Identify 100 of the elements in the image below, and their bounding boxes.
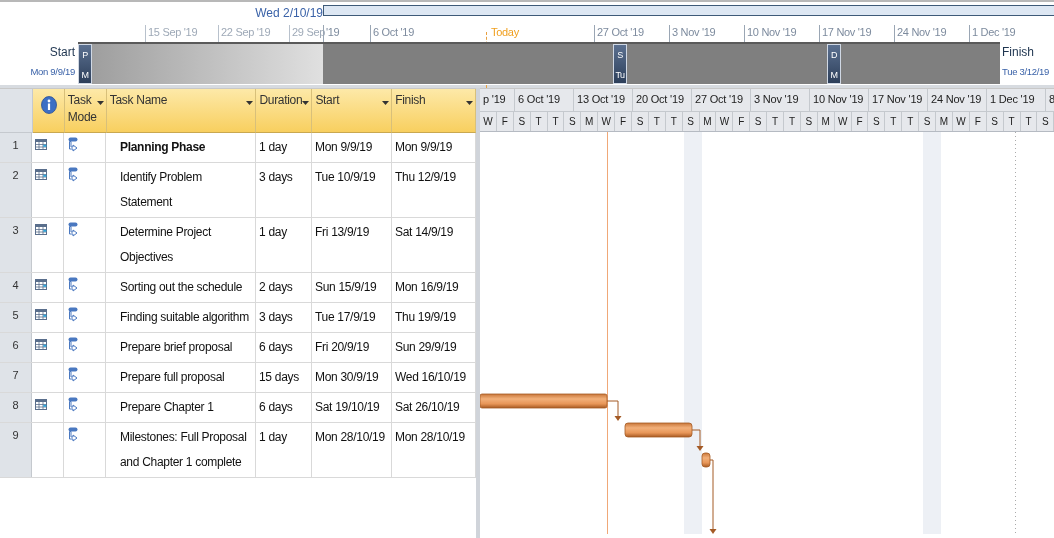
- duration-cell: 6 days: [256, 333, 312, 362]
- duration-cell: 3 days: [256, 163, 312, 217]
- auto-schedule-icon: [68, 222, 80, 238]
- info-icon: [40, 96, 57, 114]
- duration-cell: 1 day: [256, 133, 312, 162]
- row-number: 6: [0, 333, 32, 362]
- task-name-cell: Finding suitable algorithm: [106, 303, 256, 332]
- day-label: F: [496, 112, 514, 131]
- day-label: W: [952, 112, 970, 131]
- start-label: Start: [48, 44, 75, 61]
- week-label: 8: [1046, 89, 1054, 111]
- duration-cell: 2 days: [256, 273, 312, 302]
- duration-cell: 15 days: [256, 363, 312, 392]
- day-label: T: [547, 112, 565, 131]
- day-label: S: [513, 112, 531, 131]
- day-label: F: [851, 112, 869, 131]
- week-label: p '19: [480, 89, 515, 111]
- column-header[interactable]: Duration: [256, 89, 313, 133]
- auto-schedule-icon: [68, 397, 80, 413]
- duration-cell: 6 days: [256, 393, 312, 422]
- select-all-cell[interactable]: [0, 89, 33, 133]
- timeline-task[interactable]: D M: [827, 44, 841, 84]
- auto-schedule-icon: [68, 277, 80, 293]
- day-label: T: [902, 112, 920, 131]
- task-bar[interactable]: [624, 422, 693, 438]
- day-label: T: [784, 112, 801, 131]
- start-cell: Sat 19/10/19: [312, 393, 392, 422]
- link-arrow: [691, 429, 704, 451]
- caret-icon: [382, 101, 390, 105]
- day-label: T: [530, 112, 548, 131]
- finish-date: Tue 3/12/19: [1002, 65, 1050, 79]
- timeline-task[interactable]: P M: [78, 44, 92, 84]
- day-label: F: [615, 112, 632, 131]
- day-label: M: [581, 112, 599, 131]
- duration-cell: 1 day: [256, 218, 312, 272]
- auto-schedule-icon: [68, 167, 80, 183]
- auto-schedule-icon: [68, 427, 80, 443]
- duration-cell: 3 days: [256, 303, 312, 332]
- start-cell: Fri 20/9/19: [312, 333, 392, 362]
- today-label: Today: [490, 25, 519, 40]
- row-number: 4: [0, 273, 32, 302]
- row-number: 1: [0, 133, 32, 162]
- task-name-cell: Prepare Chapter 1: [106, 393, 256, 422]
- day-label: S: [919, 112, 937, 131]
- column-header[interactable]: Finish: [392, 89, 476, 133]
- column-header[interactable]: Task Name: [106, 89, 257, 133]
- task-name-cell: Sorting out the schedule: [106, 273, 256, 302]
- timeline-view-bar[interactable]: [323, 5, 1054, 16]
- task-bar[interactable]: [480, 393, 608, 409]
- auto-schedule-icon: [68, 137, 80, 153]
- caret-icon: [246, 101, 254, 105]
- day-label: S: [1037, 112, 1054, 131]
- day-label: F: [733, 112, 751, 131]
- start-cell: Mon 9/9/19: [312, 133, 392, 162]
- start-cell: Mon 28/10/19: [312, 423, 392, 477]
- week-label: 24 Nov '19: [928, 89, 987, 111]
- day-label: F: [969, 112, 987, 131]
- day-label: M: [936, 112, 953, 131]
- task-name-cell: Planning Phase: [106, 133, 256, 162]
- day-label: W: [598, 112, 616, 131]
- day-label: M: [817, 112, 835, 131]
- caret-icon: [96, 101, 104, 105]
- day-label: S: [800, 112, 818, 131]
- caret-icon: [302, 101, 310, 105]
- day-label: S: [750, 112, 768, 131]
- task-name-cell: Prepare full proposal: [106, 363, 256, 392]
- week-label: 17 Nov '19: [869, 89, 928, 111]
- task-name-cell: Identify Problem Statement: [106, 163, 256, 217]
- day-label: T: [648, 112, 666, 131]
- week-label: 3 Nov '19: [751, 89, 810, 111]
- day-label: T: [665, 112, 683, 131]
- indicators-header[interactable]: [32, 89, 65, 133]
- task-bar[interactable]: [701, 452, 711, 468]
- auto-schedule-icon: [68, 367, 80, 383]
- view-start-date: Wed 2/10/19: [255, 6, 323, 20]
- day-label: T: [1003, 112, 1021, 131]
- caret-icon: [466, 101, 473, 105]
- day-label: S: [682, 112, 700, 131]
- day-label: T: [885, 112, 903, 131]
- week-label: 6 Oct '19: [515, 89, 574, 111]
- row-number: 8: [0, 393, 32, 422]
- start-cell: Fri 13/9/19: [312, 218, 392, 272]
- column-header[interactable]: Start: [312, 89, 393, 133]
- week-label: 1 Dec '19: [987, 89, 1046, 111]
- day-label: S: [632, 112, 649, 131]
- auto-schedule-icon: [68, 307, 80, 323]
- day-label: W: [716, 112, 734, 131]
- row-number: 5: [0, 303, 32, 332]
- start-cell: Mon 30/9/19: [312, 363, 392, 392]
- finish-label: Finish: [1002, 44, 1035, 61]
- week-label: 20 Oct '19: [633, 89, 692, 111]
- day-label: W: [480, 112, 497, 131]
- day-label: S: [868, 112, 886, 131]
- task-name-cell: Determine Project Objectives: [106, 218, 256, 272]
- column-header[interactable]: Task Mode: [64, 89, 107, 133]
- link-arrow: [606, 400, 622, 421]
- start-cell: Tue 17/9/19: [312, 303, 392, 332]
- row-number: 9: [0, 423, 32, 477]
- timeline-task[interactable]: S Tu: [613, 44, 627, 84]
- start-cell: Sun 15/9/19: [312, 273, 392, 302]
